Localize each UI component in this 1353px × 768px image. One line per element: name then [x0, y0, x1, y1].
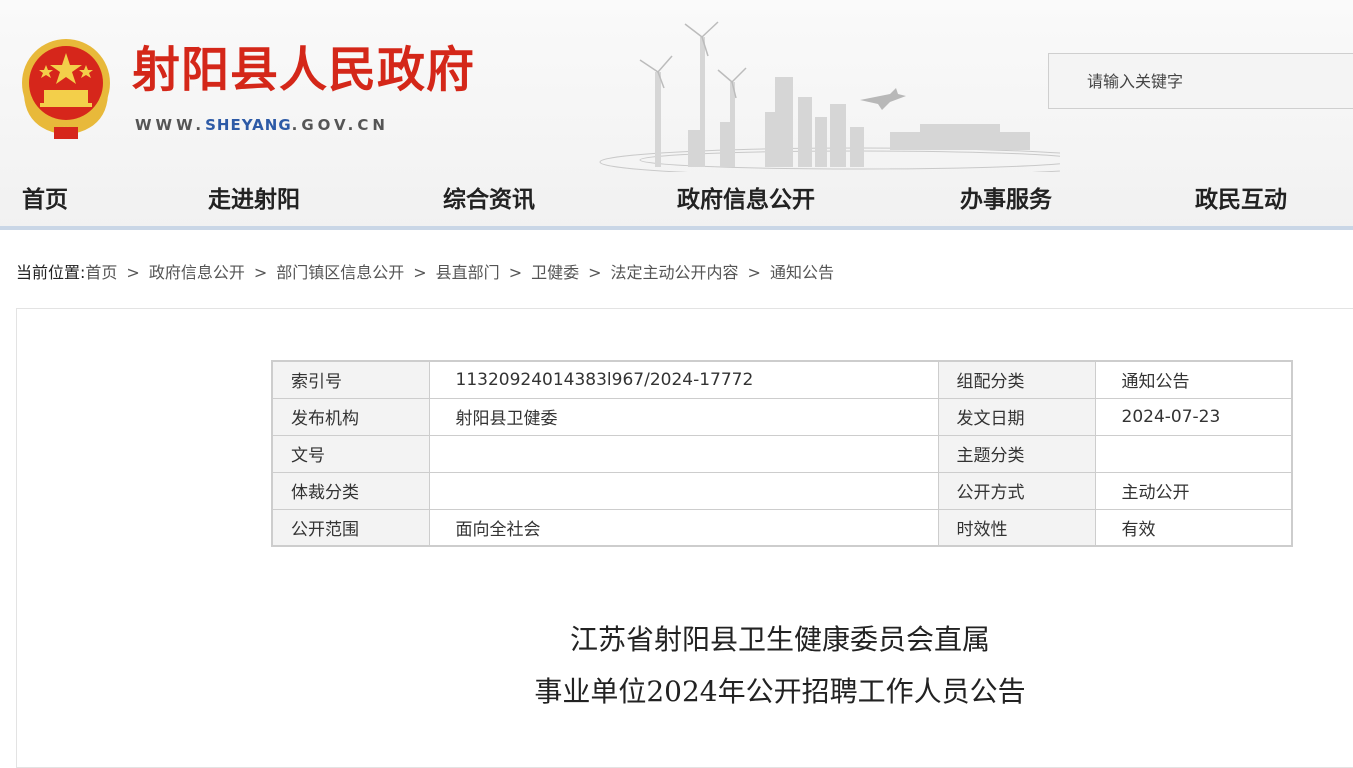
table-row: 发布机构 射阳县卫健委 发文日期 2024-07-23	[271, 397, 1293, 436]
meta-value-disclosure-method: 主动公开	[1094, 471, 1293, 510]
nav-services[interactable]: 办事服务	[960, 180, 1052, 214]
meta-value-genre	[428, 471, 939, 510]
nav-news[interactable]: 综合资讯	[443, 180, 535, 214]
breadcrumb-separator: >	[508, 263, 523, 282]
breadcrumb-separator: >	[588, 263, 602, 282]
site-url-prefix: WWW.	[135, 116, 206, 134]
meta-label-issue-date: 发文日期	[937, 397, 1096, 436]
table-row: 公开范围 面向全社会 时效性 有效	[271, 508, 1293, 547]
search-input[interactable]	[1087, 68, 1327, 94]
nav-gov-info-disclosure[interactable]: 政府信息公开	[677, 180, 815, 214]
meta-label-disclosure-method: 公开方式	[937, 471, 1096, 510]
site-header: 射阳县人民政府 WWW.SHEYANG.GOV.CN 请输入关键字 首页 走进射…	[0, 0, 1353, 230]
article-title-line1: 江苏省射阳县卫生健康委员会直属	[569, 623, 990, 656]
breadcrumb-separator: >	[126, 263, 140, 282]
table-row: 文号 主题分类	[271, 434, 1293, 473]
meta-label-index-number: 索引号	[271, 360, 430, 399]
meta-value-category: 通知公告	[1094, 360, 1293, 399]
meta-label-doc-number: 文号	[271, 434, 430, 473]
meta-value-issue-date: 2024-07-23	[1094, 397, 1293, 436]
table-row: 体裁分类 公开方式 主动公开	[271, 471, 1293, 510]
meta-label-genre: 体裁分类	[271, 471, 430, 510]
meta-value-topic	[1094, 434, 1293, 473]
site-title[interactable]: 射阳县人民政府	[132, 40, 475, 100]
meta-label-category: 组配分类	[937, 360, 1096, 399]
breadcrumb-item-health-commission[interactable]: 卫健委	[531, 263, 579, 282]
meta-value-doc-number	[428, 434, 939, 473]
breadcrumb-separator: >	[747, 263, 761, 282]
breadcrumb: 当前位置:首页 > 政府信息公开 > 部门镇区信息公开 > 县直部门 > 卫健委 > 法定主动公开内…	[16, 259, 834, 283]
breadcrumb-item-gov-info[interactable]: 政府信息公开	[149, 263, 245, 282]
meta-label-scope: 公开范围	[271, 508, 430, 547]
site-url-domain: SHEYANG	[205, 116, 292, 134]
breadcrumb-item-home[interactable]: 首页	[85, 263, 117, 282]
search-box	[1048, 53, 1353, 109]
nav-about-sheyang[interactable]: 走进射阳	[208, 180, 300, 214]
meta-value-index-number: 11320924014383l967/2024-17772	[428, 360, 939, 399]
main-nav: 首页 走进射阳 综合资讯 政府信息公开 办事服务 政民互动	[0, 170, 1353, 225]
article-title-line2: 事业单位2024年公开招聘工作人员公告	[534, 675, 1026, 708]
meta-label-validity: 时效性	[937, 508, 1096, 547]
breadcrumb-item-county-depts[interactable]: 县直部门	[436, 263, 500, 282]
breadcrumb-separator: >	[253, 263, 268, 282]
site-url: WWW.SHEYANG.GOV.CN	[135, 116, 389, 134]
national-emblem-icon	[22, 39, 110, 139]
breadcrumb-lead: 当前位置:	[16, 263, 86, 282]
nav-home[interactable]: 首页	[22, 180, 68, 214]
breadcrumb-item-statutory-content[interactable]: 法定主动公开内容	[611, 263, 739, 282]
table-row: 索引号 11320924014383l967/2024-17772 组配分类 通…	[271, 360, 1293, 399]
document-metadata-table: 索引号 11320924014383l967/2024-17772 组配分类 通…	[271, 360, 1293, 547]
breadcrumb-item-notices[interactable]: 通知公告	[770, 263, 834, 282]
nav-divider	[0, 226, 1353, 230]
breadcrumb-item-dept-info[interactable]: 部门镇区信息公开	[276, 263, 404, 282]
site-url-suffix: .GOV.CN	[291, 116, 389, 134]
city-skyline-graphic	[599, 21, 1060, 172]
meta-value-validity: 有效	[1094, 508, 1293, 547]
meta-value-publisher: 射阳县卫健委	[428, 397, 939, 436]
meta-value-scope: 面向全社会	[428, 508, 939, 547]
meta-label-topic: 主题分类	[937, 434, 1096, 473]
article-title: 江苏省射阳县卫生健康委员会直属 事业单位2024年公开招聘工作人员公告	[0, 614, 1353, 718]
meta-label-publisher: 发布机构	[271, 397, 430, 436]
breadcrumb-separator: >	[413, 263, 427, 282]
nav-interaction[interactable]: 政民互动	[1195, 180, 1287, 214]
